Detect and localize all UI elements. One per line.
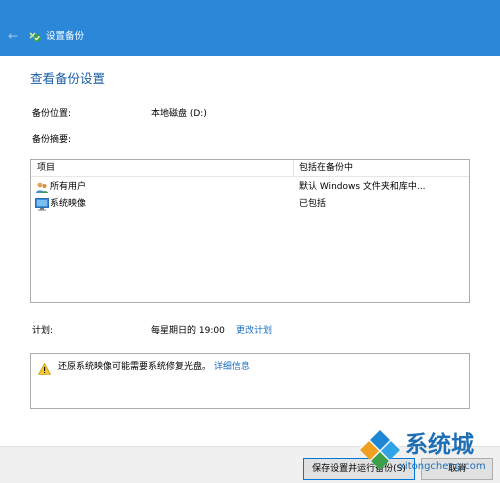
column-divider[interactable] bbox=[293, 160, 294, 177]
schedule-label: 计划: bbox=[32, 326, 54, 336]
list-item[interactable]: 系统映像 已包括 bbox=[31, 197, 469, 212]
back-arrow-icon[interactable]: ← bbox=[6, 29, 20, 43]
cancel-button[interactable]: 取消 bbox=[421, 458, 493, 480]
list-header: 项目 包括在备份中 bbox=[31, 160, 469, 177]
notice-text: 还原系统映像可能需要系统修复光盘。 bbox=[58, 362, 212, 372]
backup-icon bbox=[29, 32, 41, 42]
title-bar: ← 设置备份 bbox=[0, 0, 500, 56]
monitor-icon bbox=[35, 198, 49, 211]
warning-icon bbox=[38, 363, 51, 375]
footer-bar: 保存设置并运行备份(S) 取消 bbox=[0, 446, 500, 483]
backup-location-value: 本地磁盘 (D:) bbox=[151, 109, 207, 119]
backup-summary-label: 备份摘要: bbox=[32, 135, 72, 145]
schedule-value: 每星期日的 19:00 bbox=[151, 326, 225, 336]
backup-location-label: 备份位置: bbox=[32, 109, 72, 119]
list-item[interactable]: 所有用户 默认 Windows 文件夹和库中... bbox=[31, 180, 469, 195]
column-header-item[interactable]: 项目 bbox=[37, 162, 55, 175]
users-icon bbox=[36, 182, 48, 193]
details-link[interactable]: 详细信息 bbox=[214, 362, 250, 372]
item-name: 系统映像 bbox=[50, 199, 87, 209]
notice-box: 还原系统映像可能需要系统修复光盘。 详细信息 bbox=[30, 353, 470, 409]
save-and-run-backup-button[interactable]: 保存设置并运行备份(S) bbox=[303, 458, 415, 480]
window-title: 设置备份 bbox=[46, 31, 85, 42]
item-included: 默认 Windows 文件夹和库中... bbox=[299, 182, 426, 192]
item-name: 所有用户 bbox=[50, 182, 87, 192]
notice-line: 还原系统映像可能需要系统修复光盘。 详细信息 bbox=[58, 361, 250, 374]
item-included: 已包括 bbox=[299, 199, 327, 209]
page-title: 查看备份设置 bbox=[30, 71, 106, 86]
column-header-included[interactable]: 包括在备份中 bbox=[299, 162, 353, 175]
backup-summary-list[interactable]: 项目 包括在备份中 所有用户 默认 Windows 文件夹和库中... 系统映像… bbox=[30, 159, 470, 303]
change-schedule-link[interactable]: 更改计划 bbox=[236, 325, 272, 338]
